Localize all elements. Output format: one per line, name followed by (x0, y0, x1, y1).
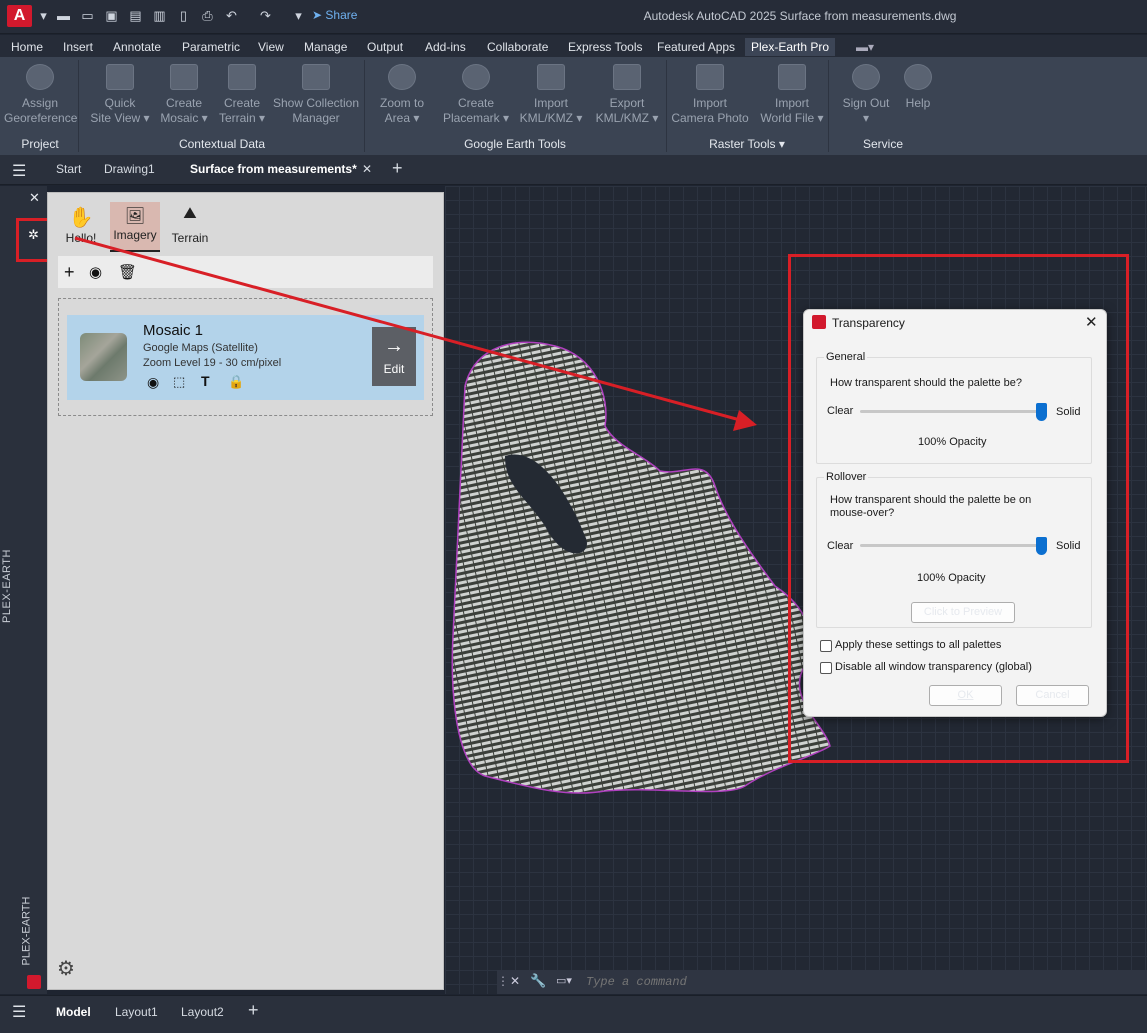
command-history-icon[interactable]: ▭▾ (556, 974, 572, 987)
wrench-icon[interactable]: 🔧 (530, 973, 546, 989)
autocad-small-logo-icon (812, 315, 826, 329)
click-to-preview-button[interactable]: Click to Preview (911, 602, 1015, 623)
rollover-opacity-slider[interactable] (860, 544, 1042, 547)
apply-all-checkbox[interactable] (820, 640, 832, 652)
rollover-group-label: Rollover (824, 471, 869, 483)
layout-tabs-bar (0, 995, 1147, 1033)
disable-global-checkbox[interactable] (820, 662, 832, 674)
general-opacity-slider[interactable] (860, 410, 1042, 413)
rollover-solid-label: Solid (1056, 540, 1081, 552)
tab-layout1[interactable]: Layout1 (115, 1005, 158, 1019)
cancel-button[interactable]: Cancel (1016, 685, 1089, 706)
grip-icon[interactable]: ⋮ (497, 974, 509, 988)
rollover-clear-label: Clear (827, 540, 854, 552)
dialog-close-icon[interactable]: ✕ (1085, 313, 1098, 331)
rollover-question-line1: How transparent should the palette be on (830, 494, 1032, 506)
rollover-question-line2: mouse-over? (830, 507, 895, 519)
general-clear-label: Clear (827, 405, 854, 417)
general-question: How transparent should the palette be? (830, 377, 1023, 389)
general-slider-thumb[interactable] (1036, 403, 1047, 421)
general-opacity-value: 100% Opacity (918, 436, 987, 448)
rollover-slider-thumb[interactable] (1036, 537, 1047, 555)
general-solid-label: Solid (1056, 406, 1081, 418)
tab-model[interactable]: Model (56, 1005, 91, 1019)
disable-global-label: Disable all window transparency (global) (835, 661, 1032, 673)
general-group-label: General (824, 351, 868, 363)
ok-button[interactable]: OK (929, 685, 1002, 706)
rollover-opacity-value: 100% Opacity (917, 572, 986, 584)
add-layout-plus-icon[interactable]: + (248, 1000, 259, 1021)
layout-menu-icon[interactable]: ☰ (12, 1002, 26, 1022)
command-input[interactable] (586, 973, 1136, 990)
dialog-title: Transparency (832, 316, 905, 330)
close-command-icon[interactable]: ✕ (510, 974, 520, 988)
apply-all-label: Apply these settings to all palettes (835, 639, 1002, 651)
tab-layout2[interactable]: Layout2 (181, 1005, 224, 1019)
